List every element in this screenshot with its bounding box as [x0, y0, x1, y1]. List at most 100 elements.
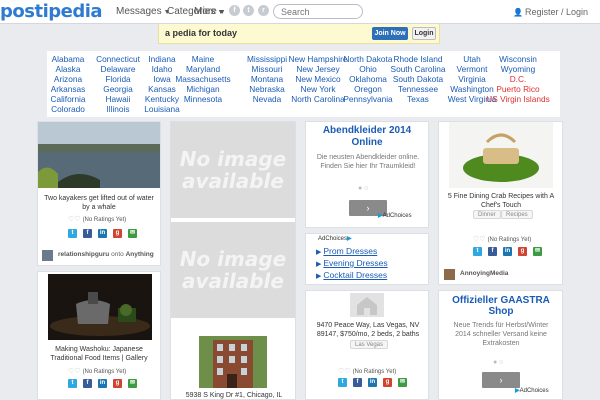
- crab-dish-photo[interactable]: [449, 122, 553, 188]
- state-link[interactable]: Puerto Rico: [485, 84, 551, 94]
- user-icon: 👤: [512, 8, 523, 17]
- share-bar: t f in g ✉: [338, 378, 407, 387]
- facebook-share-icon[interactable]: f: [353, 378, 362, 387]
- rss-icon[interactable]: r: [258, 5, 269, 16]
- googleplus-share-icon[interactable]: g: [518, 247, 527, 256]
- nav-messages[interactable]: Messages ▼: [116, 6, 171, 17]
- arrow-icon: ▶: [316, 273, 322, 280]
- ad-links: AdChoices▶ ▶ Prom Dresses ▶ Evening Dresse…: [305, 233, 429, 285]
- washoku-photo[interactable]: [48, 274, 152, 340]
- avatar[interactable]: [444, 269, 455, 280]
- email-share-icon[interactable]: ✉: [398, 378, 407, 387]
- card-noimage-column[interactable]: No image available No image available 59…: [170, 121, 296, 400]
- ad-next-button[interactable]: ›: [482, 372, 520, 388]
- share-bar: t f in g ✉: [68, 229, 137, 238]
- linkedin-share-icon[interactable]: in: [98, 379, 107, 388]
- twitter-share-icon[interactable]: t: [338, 378, 347, 387]
- tag-pill[interactable]: Dinner: [473, 210, 501, 219]
- state-link[interactable]: Louisiana: [129, 104, 195, 114]
- state-link[interactable]: Wyoming: [485, 64, 551, 74]
- adchoices-icon: ▶: [347, 236, 352, 242]
- card-caption[interactable]: 5938 S King Dr #1, Chicago, IL 60637, $9…: [175, 391, 293, 400]
- tag-pill[interactable]: Las Vegas: [350, 340, 389, 349]
- facebook-icon[interactable]: f: [229, 5, 240, 16]
- ad-link-evening[interactable]: ▶ Evening Dresses: [316, 258, 388, 268]
- pinner-info: AnnoyingMedia: [460, 270, 509, 277]
- share-bar: t f in g ✉: [68, 379, 137, 388]
- no-image-placeholder[interactable]: No image available: [171, 122, 295, 218]
- card-caption[interactable]: Making Washoku: Japanese Traditional Foo…: [42, 345, 156, 363]
- state-link[interactable]: Minnesota: [170, 94, 236, 104]
- state-link[interactable]: D.C.: [485, 74, 551, 84]
- apartment-photo[interactable]: [199, 336, 267, 388]
- adchoices-label[interactable]: ▶AdChoices: [378, 212, 412, 219]
- state-link[interactable]: Wisconsin: [485, 54, 551, 64]
- card-lasvegas[interactable]: 9470 Peace Way, Las Vegas, NV 89147, $75…: [305, 290, 429, 400]
- chevron-down-icon: ▼: [218, 9, 226, 16]
- kayak-photo[interactable]: [38, 122, 160, 188]
- facebook-share-icon[interactable]: f: [83, 229, 92, 238]
- twitter-icon[interactable]: t: [243, 5, 254, 16]
- card-caption[interactable]: 9470 Peace Way, Las Vegas, NV 89147, $75…: [310, 321, 426, 339]
- states-column: Maine Maryland Massachusetts Michigan Minnes…: [170, 54, 236, 104]
- ad-link-cocktail[interactable]: ▶ Cocktail Dresses: [316, 270, 387, 280]
- ad-gaastra[interactable]: Offizieller GAASTRA Shop Neue Trends für…: [438, 290, 563, 400]
- house-placeholder-icon[interactable]: [350, 293, 384, 317]
- top-header: postipedia Messages ▼ Categories ▼ More ▼ f…: [0, 0, 600, 24]
- googleplus-share-icon[interactable]: g: [383, 378, 392, 387]
- ad-body: Die neusten Abendkleider online. Finden …: [316, 154, 420, 170]
- state-link[interactable]: Massachusetts: [170, 74, 236, 84]
- ad-title[interactable]: Offizieller GAASTRA Shop: [443, 295, 559, 317]
- ad-abendkleider[interactable]: Abendkleider 2014 Online Die neusten Abe…: [305, 121, 429, 228]
- rating: ♡♡ (No Ratings Yet): [68, 216, 127, 223]
- email-share-icon[interactable]: ✉: [128, 229, 137, 238]
- rating-icon[interactable]: ♡♡: [473, 236, 486, 243]
- rating-icon[interactable]: ♡♡: [68, 216, 81, 223]
- login-button[interactable]: Login: [412, 27, 436, 40]
- card-caption[interactable]: Two kayakers get lifted out of water by …: [42, 194, 156, 212]
- twitter-share-icon[interactable]: t: [473, 247, 482, 256]
- facebook-share-icon[interactable]: f: [488, 247, 497, 256]
- email-share-icon[interactable]: ✉: [128, 379, 137, 388]
- state-link[interactable]: Maine: [170, 54, 236, 64]
- promo-strip: a pedia for today Join Now Login: [158, 24, 440, 44]
- twitter-share-icon[interactable]: t: [68, 379, 77, 388]
- linkedin-share-icon[interactable]: in: [368, 378, 377, 387]
- card-caption[interactable]: 5 Fine Dining Crab Recipes with A Chef's…: [443, 192, 559, 210]
- adchoices-label[interactable]: AdChoices▶: [318, 235, 352, 242]
- facebook-share-icon[interactable]: f: [83, 379, 92, 388]
- tagline: a pedia for today: [165, 28, 238, 38]
- ad-title[interactable]: Abendkleider 2014 Online: [310, 125, 424, 149]
- adchoices-label[interactable]: ▶AdChoices: [515, 387, 549, 394]
- avatar[interactable]: [42, 250, 53, 261]
- ad-body: Neue Trends für Herbst/Winter 2014 schne…: [453, 322, 549, 347]
- rating-icon[interactable]: ♡♡: [338, 368, 351, 375]
- googleplus-share-icon[interactable]: g: [113, 379, 122, 388]
- arrow-icon: ▶: [316, 249, 322, 256]
- carousel-dots[interactable]: ● ○: [493, 359, 503, 366]
- join-now-button[interactable]: Join Now: [372, 27, 408, 40]
- card-fine-dining[interactable]: 5 Fine Dining Crab Recipes with A Chef's…: [438, 121, 563, 285]
- nav-more[interactable]: More ▼: [194, 6, 226, 17]
- card-washoku[interactable]: Making Washoku: Japanese Traditional Foo…: [37, 271, 161, 400]
- rating: ♡♡ (No Ratings Yet): [473, 236, 532, 243]
- linkedin-share-icon[interactable]: in: [503, 247, 512, 256]
- share-bar: t f in g ✉: [473, 247, 542, 256]
- register-login-link[interactable]: 👤 Register / Login: [513, 7, 588, 17]
- email-share-icon[interactable]: ✉: [533, 247, 542, 256]
- rating-icon[interactable]: ♡♡: [68, 368, 81, 375]
- linkedin-share-icon[interactable]: in: [98, 229, 107, 238]
- ad-link-prom[interactable]: ▶ Prom Dresses: [316, 246, 377, 256]
- state-link[interactable]: Maryland: [170, 64, 236, 74]
- site-logo[interactable]: postipedia: [0, 1, 103, 22]
- state-link[interactable]: US Virgin Islands: [485, 94, 551, 104]
- tag-pill[interactable]: Recipes: [501, 210, 533, 219]
- card-kayak[interactable]: Two kayakers get lifted out of water by …: [37, 121, 161, 266]
- carousel-dots[interactable]: ● ○: [358, 185, 368, 192]
- twitter-share-icon[interactable]: t: [68, 229, 77, 238]
- googleplus-share-icon[interactable]: g: [113, 229, 122, 238]
- state-link[interactable]: Michigan: [170, 84, 236, 94]
- rating: ♡♡ (No Ratings Yet): [338, 368, 397, 375]
- search-input[interactable]: [273, 4, 363, 19]
- no-image-placeholder[interactable]: No image available: [171, 222, 295, 318]
